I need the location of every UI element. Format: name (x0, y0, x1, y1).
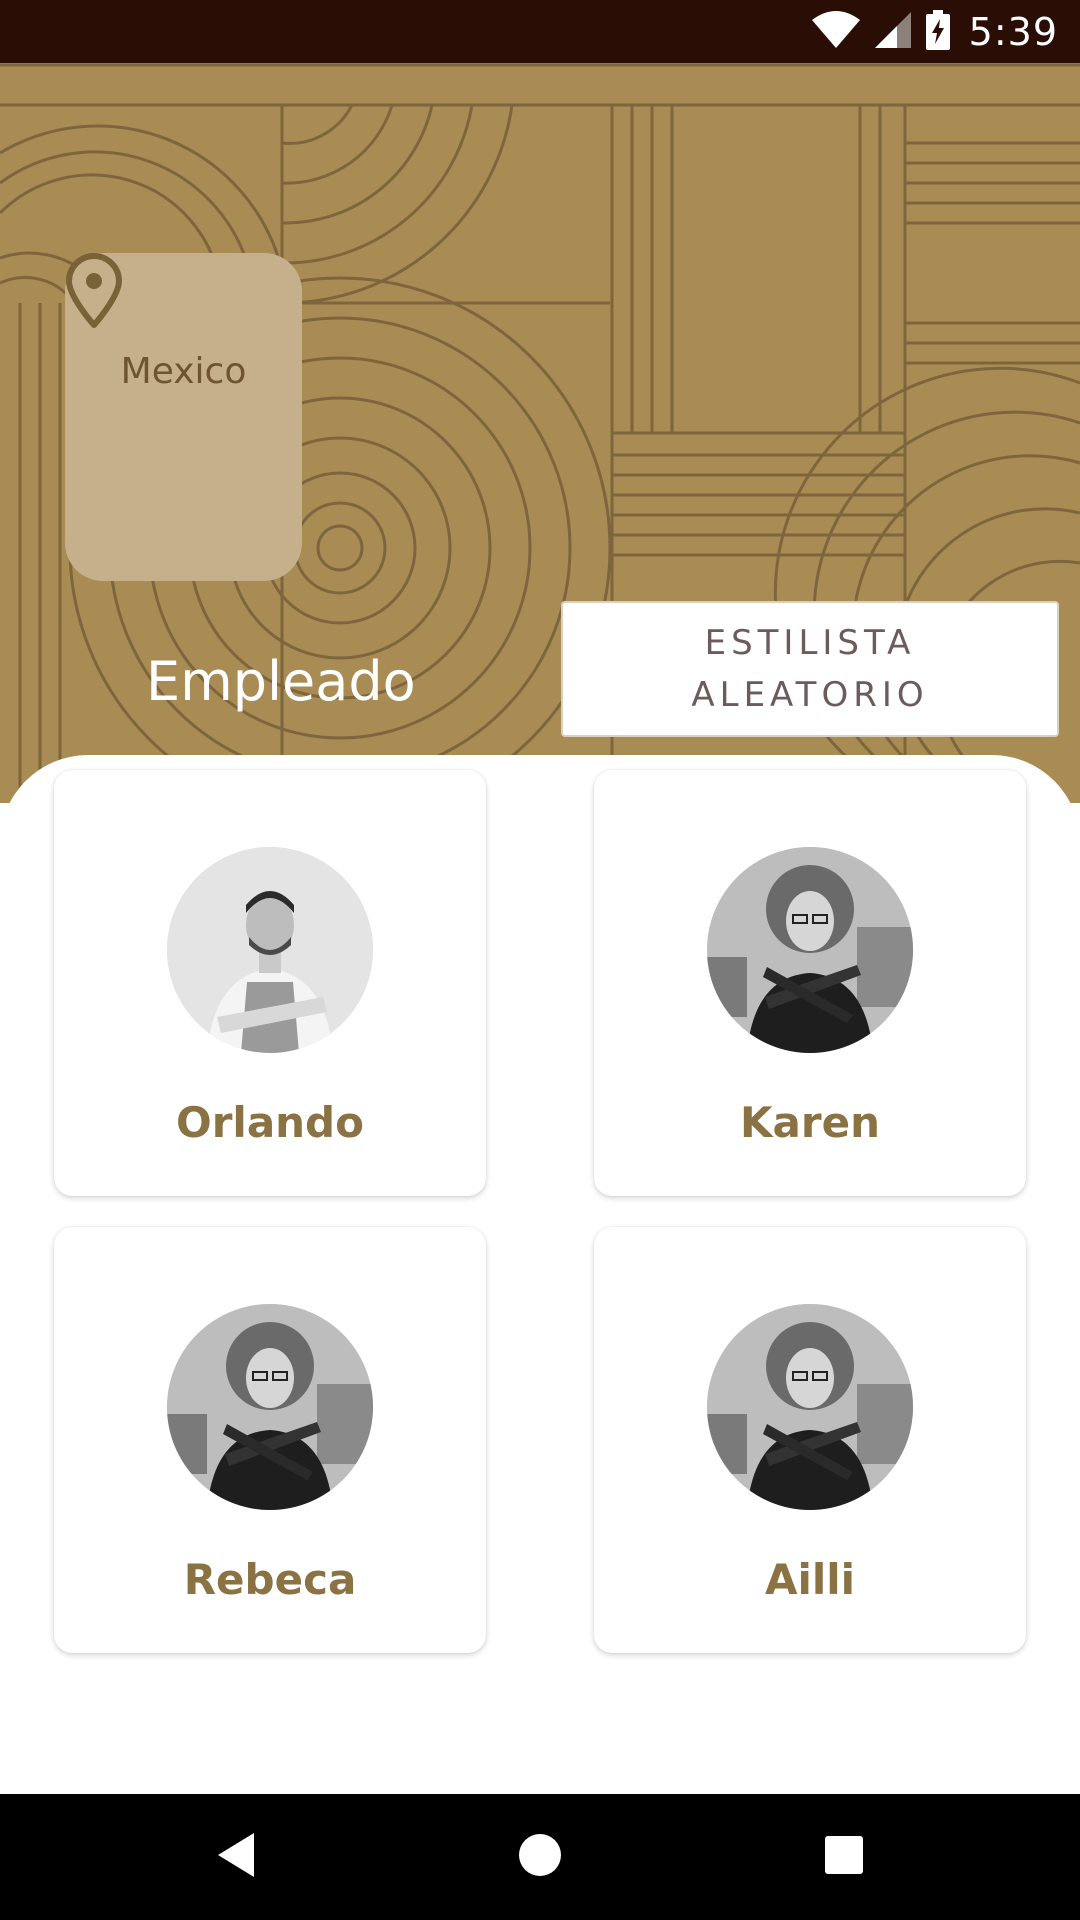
back-button[interactable] (156, 1794, 316, 1920)
back-icon (214, 1830, 258, 1884)
status-time: 5:39 (968, 10, 1058, 54)
location-label: Mexico (120, 351, 247, 392)
home-button[interactable] (460, 1794, 620, 1920)
navigation-bar (0, 1794, 1080, 1920)
employee-card[interactable]: Rebeca (54, 1227, 486, 1653)
battery-charging-icon (925, 10, 951, 54)
avatar (707, 847, 913, 1053)
recents-icon (824, 1835, 864, 1879)
location-card[interactable]: Mexico (65, 253, 302, 581)
employee-card[interactable]: Ailli (594, 1227, 1026, 1653)
avatar (167, 847, 373, 1053)
signal-icon (873, 10, 913, 54)
employee-name: Ailli (764, 1555, 856, 1604)
screen: 5:39 Mexico Empleado ESTILISTA ALEATORIO… (0, 0, 1080, 1920)
wifi-icon (811, 10, 861, 54)
header-background: Mexico Empleado ESTILISTA ALEATORIO (0, 63, 1080, 803)
avatar (707, 1304, 913, 1510)
status-bar: 5:39 (0, 0, 1080, 63)
home-icon (518, 1833, 562, 1881)
status-icons: 5:39 (811, 10, 1058, 54)
employee-name: Karen (740, 1098, 880, 1147)
employee-name: Rebeca (183, 1555, 357, 1604)
employee-name: Orlando (176, 1098, 364, 1147)
avatar (167, 1304, 373, 1510)
employee-card[interactable]: Orlando (54, 770, 486, 1196)
random-stylist-button[interactable]: ESTILISTA ALEATORIO (561, 601, 1059, 737)
recents-button[interactable] (764, 1794, 924, 1920)
employee-sheet: Orlando Karen Rebeca Ailli (0, 755, 1080, 1795)
section-title: Empleado (146, 650, 416, 713)
employee-card[interactable]: Karen (594, 770, 1026, 1196)
